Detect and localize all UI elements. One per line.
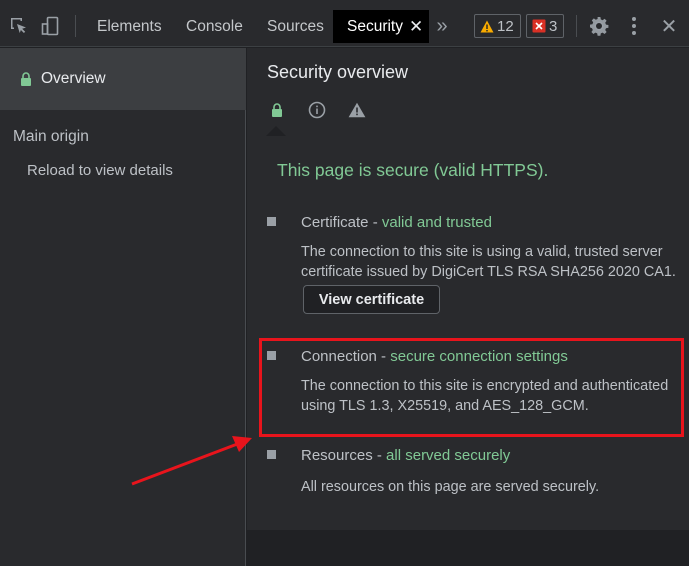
section-bullet (267, 217, 276, 226)
certificate-status: valid and trusted (381, 214, 492, 231)
info-icon (307, 100, 327, 120)
inspect-element-icon[interactable] (6, 13, 32, 39)
error-icon (532, 19, 546, 33)
resources-description: All resources on this page are served se… (301, 479, 600, 495)
section-title-separator: - (368, 214, 382, 231)
device-toolbar-icon[interactable] (38, 13, 64, 39)
gear-icon[interactable] (586, 13, 612, 39)
sidebar-item-overview[interactable]: Overview (0, 48, 246, 110)
section-title-text: Resources (301, 447, 373, 464)
main-origin-heading: Main origin (13, 128, 89, 145)
devtools-toolbar: Elements Console Sources Security ✕ » 12… (0, 0, 689, 47)
certificate-title: Certificate - valid and trusted (301, 214, 492, 231)
tab-label: Sources (267, 18, 324, 35)
kebab-menu-icon[interactable] (621, 13, 647, 39)
tab-label: Elements (97, 18, 162, 35)
view-certificate-button[interactable]: View certificate (303, 285, 440, 314)
tab-label: Security (347, 17, 403, 35)
page-title: Security overview (267, 62, 409, 82)
tab-sources[interactable]: Sources (267, 10, 324, 44)
errors-badge[interactable]: 3 (526, 14, 565, 38)
section-title-text: Certificate (301, 214, 369, 231)
warning-icon (347, 100, 367, 120)
warning-icon (480, 20, 494, 33)
security-summary-panel (247, 136, 689, 530)
lock-icon (20, 72, 32, 86)
errors-count: 3 (549, 17, 558, 35)
warnings-badge[interactable]: 12 (474, 14, 521, 38)
section-bullet (267, 450, 276, 459)
warnings-count: 12 (497, 17, 514, 35)
certificate-description: The connection to this site is using a v… (301, 244, 676, 280)
security-header: Security overview (247, 48, 689, 137)
secure-summary: This page is secure (valid HTTPS). (277, 160, 549, 180)
resources-title: Resources - all served securely (301, 447, 510, 464)
toolbar-separator (75, 15, 76, 37)
tab-elements[interactable]: Elements (97, 10, 162, 44)
lock-icon (267, 100, 287, 120)
security-main-panel: Security overview This page is secure (v… (247, 48, 689, 566)
tab-label: Console (186, 18, 243, 35)
tab-console[interactable]: Console (186, 10, 243, 44)
resources-status: all served securely (386, 447, 511, 464)
sidebar-item-label: Overview (41, 70, 106, 87)
security-sidebar: Overview Main origin Reload to view deta… (0, 48, 246, 566)
section-title-separator: - (372, 447, 387, 464)
toolbar-separator (576, 15, 577, 37)
tab-security[interactable]: Security ✕ (333, 10, 430, 43)
sidebar-item-reload[interactable]: Reload to view details (27, 162, 173, 179)
annotation-highlight-box (259, 338, 684, 437)
close-icon[interactable]: ✕ (409, 17, 423, 37)
chevron-double-right-icon[interactable]: » (429, 13, 455, 39)
close-icon[interactable]: ✕ (656, 13, 682, 39)
